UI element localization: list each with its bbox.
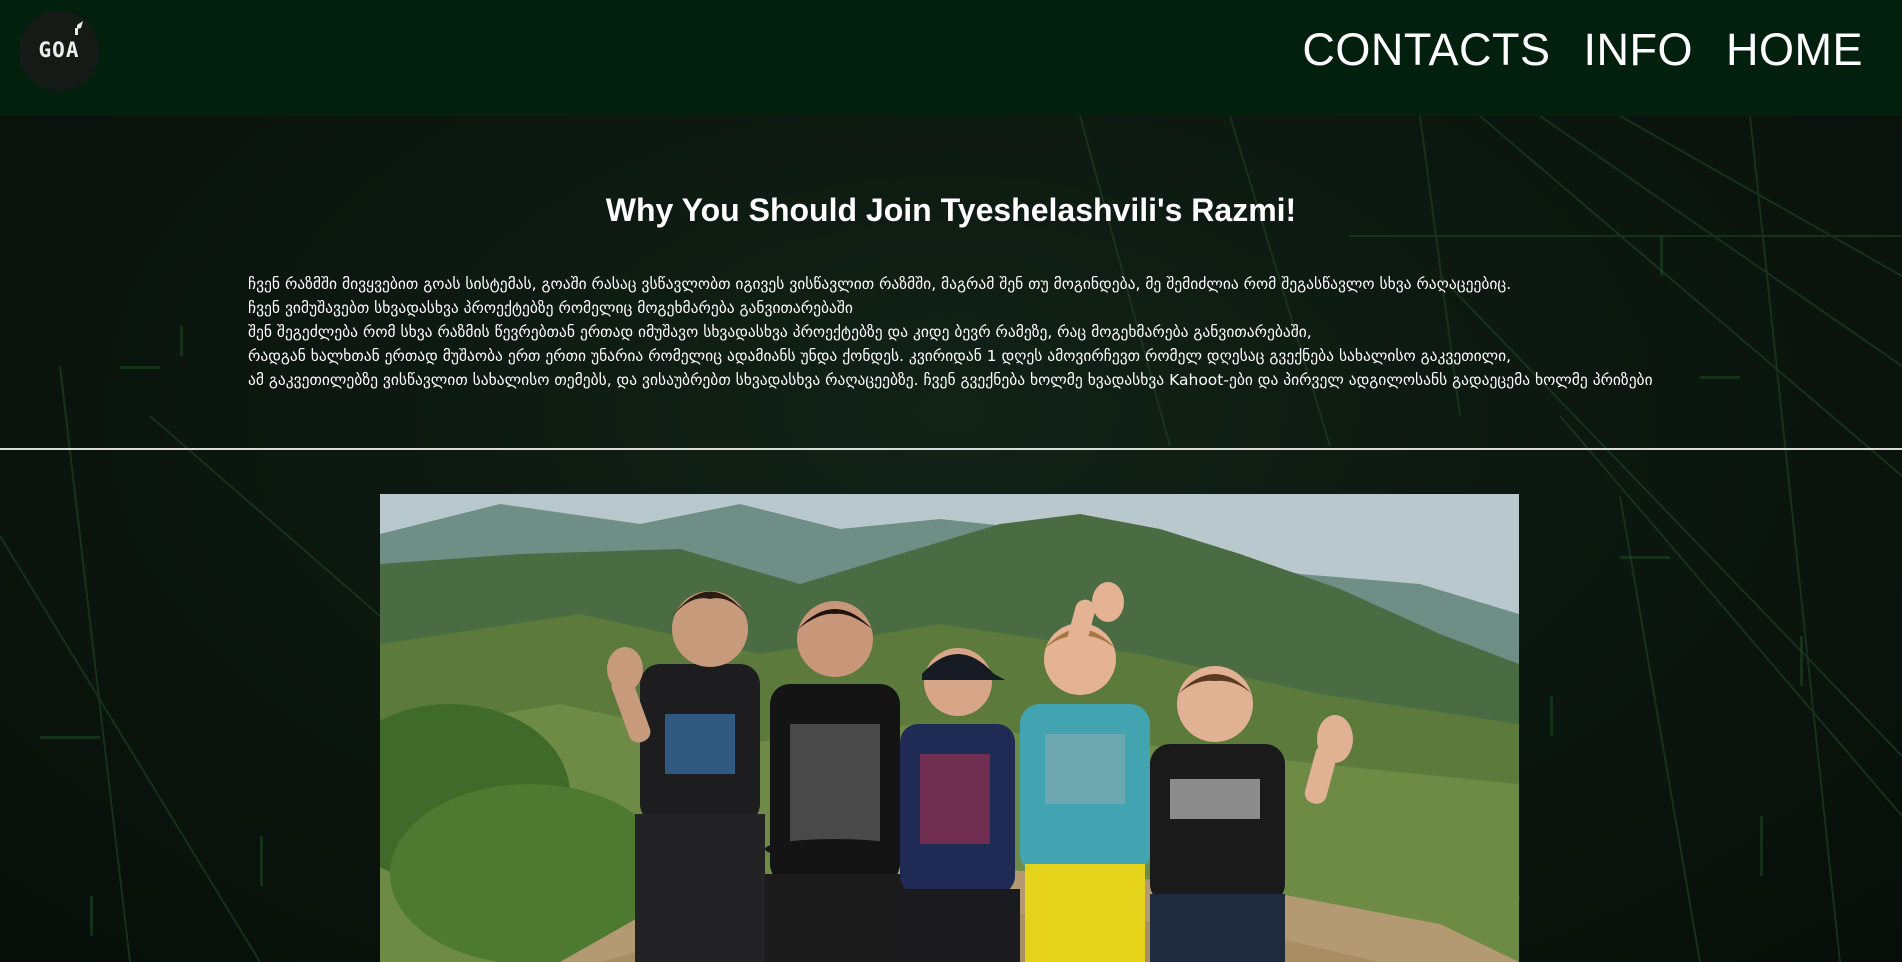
intro-line: ჩვენ რაზმში მივყვებით გოას სისტემას, გოა… xyxy=(248,275,1512,293)
logo-text: GOA xyxy=(38,38,80,62)
group-photo-image xyxy=(380,494,1519,962)
intro-line: ჩვენ ვიმუშავებთ სხვადასხვა პროექტებზე რო… xyxy=(248,299,853,317)
main-nav: CONTACTS INFO HOME xyxy=(1302,24,1863,76)
section-divider xyxy=(0,448,1902,450)
site-header: GOA CONTACTS INFO HOME xyxy=(0,0,1902,116)
intro-line: რადგან ხალხთან ერთად მუშაობა ერთ ერთი უნ… xyxy=(248,347,1512,365)
intro-section: Why You Should Join Tyeshelashvili's Raz… xyxy=(0,116,1902,449)
page-title: Why You Should Join Tyeshelashvili's Raz… xyxy=(605,192,1297,228)
group-photo xyxy=(380,494,1519,962)
nav-info-link[interactable]: INFO xyxy=(1584,24,1694,76)
intro-paragraph: ჩვენ რაზმში მივყვებით გოას სისტემას, გოა… xyxy=(248,272,1808,392)
nav-contacts-link[interactable]: CONTACTS xyxy=(1302,24,1550,76)
nav-home-link[interactable]: HOME xyxy=(1726,24,1863,76)
intro-line: შენ შეგეძლება რომ სხვა რაზმის წევრებთან … xyxy=(248,323,1312,341)
intro-line: ამ გაკვეთილებზე ვისწავლით სახალისო თემებ… xyxy=(248,371,1653,389)
logo[interactable]: GOA xyxy=(19,11,99,91)
